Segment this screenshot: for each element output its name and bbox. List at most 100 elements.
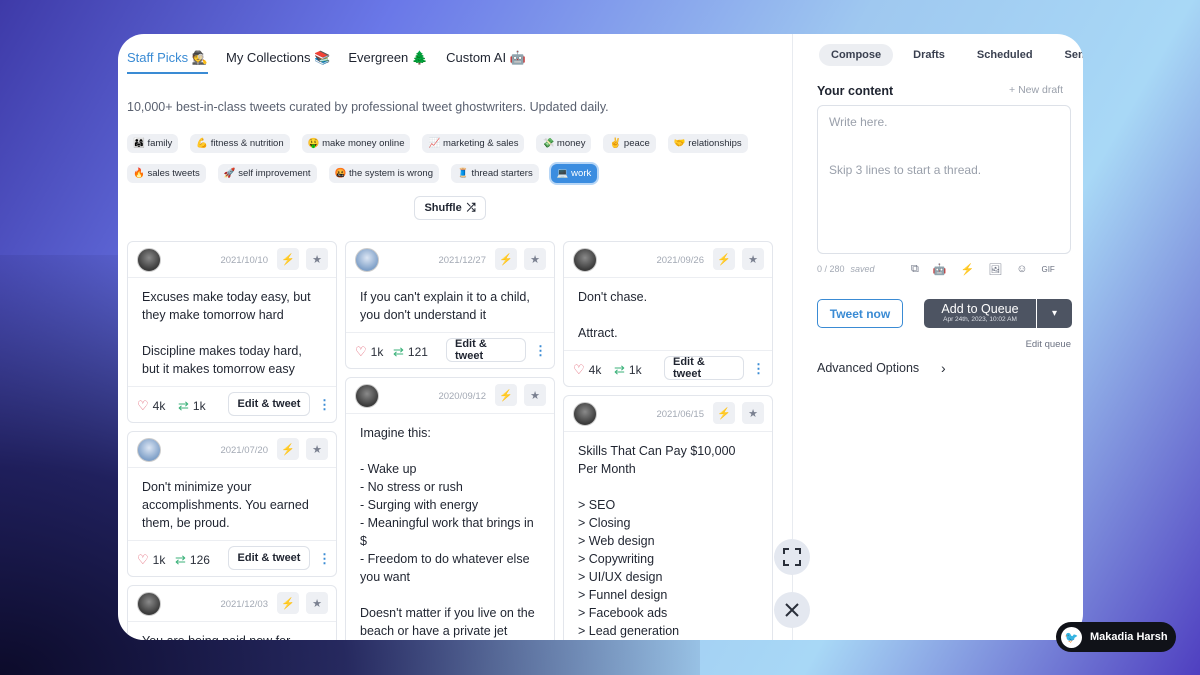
likes-stat: ♡ 1k bbox=[355, 344, 383, 360]
bolt-icon[interactable]: ⚡ bbox=[277, 248, 299, 270]
emoji-icon[interactable]: ☺ bbox=[1016, 263, 1027, 276]
bolt-icon[interactable]: ⚡ bbox=[277, 592, 299, 614]
retweets-count: 1k bbox=[628, 363, 642, 377]
tweet-text: You are being paid now for where bbox=[128, 622, 336, 640]
edit-tweet-button[interactable]: Edit & tweet bbox=[228, 546, 310, 570]
more-icon[interactable]: ⋮ bbox=[318, 551, 331, 567]
avatar bbox=[573, 402, 597, 426]
star-icon[interactable]: ★ bbox=[524, 384, 546, 406]
chip-self-improvement[interactable]: 🚀 self improvement bbox=[217, 164, 317, 183]
likes-stat: ♡ 4k bbox=[137, 398, 165, 414]
bolt-icon[interactable]: ⚡ bbox=[961, 263, 975, 276]
chip-thread-starters[interactable]: 🧵 thread starters bbox=[450, 164, 539, 183]
tweet-text: Don't chase. Attract. bbox=[578, 290, 648, 340]
library-tabs: Staff Picks 🕵️ My Collections 📚 Evergree… bbox=[127, 50, 526, 74]
heart-icon: ♡ bbox=[137, 398, 149, 413]
more-icon[interactable]: ⋮ bbox=[752, 361, 765, 377]
tab-staff-picks[interactable]: Staff Picks 🕵️ bbox=[127, 50, 208, 74]
chevron-right-icon[interactable]: › bbox=[941, 360, 946, 376]
chip-system-is-wrong[interactable]: 🤬 the system is wrong bbox=[328, 164, 439, 183]
chip-sales-tweets[interactable]: 🔥 sales tweets bbox=[127, 164, 206, 183]
chip-make-money-online[interactable]: 🤑 make money online bbox=[301, 134, 411, 153]
shuffle-button[interactable]: Shuffle ⤮ bbox=[414, 196, 486, 220]
bolt-icon[interactable]: ⚡ bbox=[277, 438, 299, 460]
expand-icon bbox=[783, 548, 801, 566]
add-to-queue-label: Add to Queue bbox=[941, 302, 1019, 316]
tab-drafts[interactable]: Drafts bbox=[901, 44, 957, 66]
compose-tabs: Compose Drafts Scheduled Sent bbox=[819, 44, 1083, 66]
heart-icon: ♡ bbox=[137, 552, 149, 567]
add-to-queue-button[interactable]: Add to Queue Apr 24th, 2023, 10:02 AM bbox=[924, 299, 1036, 328]
chip-fitness[interactable]: 💪 fitness & nutrition bbox=[190, 134, 290, 153]
likes-count: 4k bbox=[152, 399, 166, 413]
gif-icon[interactable]: GIF bbox=[1041, 263, 1054, 276]
image-icon[interactable]: 🖼 bbox=[988, 263, 1002, 276]
twitter-bird-icon: 🐦 bbox=[1061, 626, 1082, 648]
likes-count: 1k bbox=[152, 553, 166, 567]
edit-queue-link[interactable]: Edit queue bbox=[1026, 339, 1071, 350]
likes-stat: ♡ 1k bbox=[137, 552, 165, 568]
chip-work[interactable]: 💻 work bbox=[550, 164, 598, 183]
copy-icon[interactable]: ⧉ bbox=[911, 263, 919, 276]
star-icon[interactable]: ★ bbox=[306, 438, 328, 460]
close-icon bbox=[785, 603, 799, 617]
star-icon[interactable]: ★ bbox=[742, 402, 764, 424]
author-name: Makadia Harsh bbox=[1090, 631, 1168, 643]
advanced-options-toggle[interactable]: Advanced Options bbox=[817, 361, 919, 375]
star-icon[interactable]: ★ bbox=[306, 592, 328, 614]
star-icon[interactable]: ★ bbox=[306, 248, 328, 270]
your-content-label: Your content bbox=[817, 84, 894, 98]
tweet-composer-input[interactable]: Write here. Skip 3 lines to start a thre… bbox=[817, 105, 1071, 254]
edit-tweet-button[interactable]: Edit & tweet bbox=[664, 356, 744, 380]
robot-icon[interactable]: 🤖 bbox=[933, 263, 947, 276]
chip-family[interactable]: 👨‍👩‍👧 family bbox=[127, 134, 179, 153]
edit-tweet-button[interactable]: Edit & tweet bbox=[228, 392, 310, 416]
chip-peace[interactable]: ✌️ peace bbox=[603, 134, 656, 153]
avatar bbox=[355, 384, 379, 408]
edit-tweet-button[interactable]: Edit & tweet bbox=[446, 338, 526, 362]
new-draft-link[interactable]: + New draft bbox=[1009, 84, 1063, 96]
retweet-icon: ⇄ bbox=[614, 362, 625, 377]
more-icon[interactable]: ⋮ bbox=[318, 397, 331, 413]
compose-panel: Compose Drafts Scheduled Sent Your conte… bbox=[792, 34, 1083, 640]
tab-evergreen[interactable]: Evergreen 🌲 bbox=[348, 50, 428, 74]
tab-my-collections[interactable]: My Collections 📚 bbox=[226, 50, 330, 74]
tab-sent[interactable]: Sent bbox=[1053, 44, 1083, 66]
chip-row-1: 👨‍👩‍👧 family 💪 fitness & nutrition 🤑 mak… bbox=[127, 134, 748, 153]
avatar bbox=[573, 248, 597, 272]
composer-toolbar: ⧉ 🤖 ⚡ 🖼 ☺ GIF bbox=[911, 263, 1055, 276]
chip-relationships[interactable]: 🤝 relationships bbox=[667, 134, 748, 153]
more-icon[interactable]: ⋮ bbox=[534, 343, 547, 359]
bolt-icon[interactable]: ⚡ bbox=[713, 402, 735, 424]
tweet-card: 2021/07/20 ⚡ ★ Don't minimize your accom… bbox=[127, 431, 337, 577]
library-panel: Staff Picks 🕵️ My Collections 📚 Evergree… bbox=[118, 34, 792, 640]
retweets-stat: ⇄ 126 bbox=[175, 552, 210, 568]
chip-marketing-sales[interactable]: 📈 marketing & sales bbox=[422, 134, 525, 153]
saved-status: saved bbox=[850, 264, 875, 274]
tweet-date: 2021/12/27 bbox=[438, 255, 486, 266]
fullscreen-button[interactable] bbox=[774, 539, 810, 575]
retweet-icon: ⇄ bbox=[175, 552, 186, 567]
char-counter: 0 / 280 saved bbox=[817, 264, 875, 274]
retweets-stat: ⇄ 1k bbox=[614, 362, 642, 378]
chip-money[interactable]: 💸 money bbox=[536, 134, 592, 153]
chip-row-2: 🔥 sales tweets 🚀 self improvement 🤬 the … bbox=[127, 164, 747, 183]
tweet-now-button[interactable]: Tweet now bbox=[817, 299, 903, 328]
close-button[interactable] bbox=[774, 592, 810, 628]
tab-custom-ai[interactable]: Custom AI 🤖 bbox=[446, 50, 526, 74]
bolt-icon[interactable]: ⚡ bbox=[713, 248, 735, 270]
bolt-icon[interactable]: ⚡ bbox=[495, 248, 517, 270]
category-chips: 👨‍👩‍👧 family 💪 fitness & nutrition 🤑 mak… bbox=[127, 134, 748, 194]
retweets-count: 126 bbox=[189, 553, 210, 567]
tab-compose[interactable]: Compose bbox=[819, 44, 894, 66]
chevron-down-icon[interactable]: ▾ bbox=[1037, 299, 1072, 328]
bolt-icon[interactable]: ⚡ bbox=[495, 384, 517, 406]
likes-count: 1k bbox=[370, 345, 384, 359]
tweet-text: Don't minimize your accomplishments. You… bbox=[142, 480, 309, 530]
avatar bbox=[355, 248, 379, 272]
tab-scheduled[interactable]: Scheduled bbox=[965, 44, 1045, 66]
tweet-card: 2021/09/26 ⚡ ★ Don't chase. Attract. ♡ 4k… bbox=[563, 241, 773, 387]
tweet-text: Skills That Can Pay $10,000 Per Month > … bbox=[578, 444, 736, 638]
star-icon[interactable]: ★ bbox=[742, 248, 764, 270]
star-icon[interactable]: ★ bbox=[524, 248, 546, 270]
